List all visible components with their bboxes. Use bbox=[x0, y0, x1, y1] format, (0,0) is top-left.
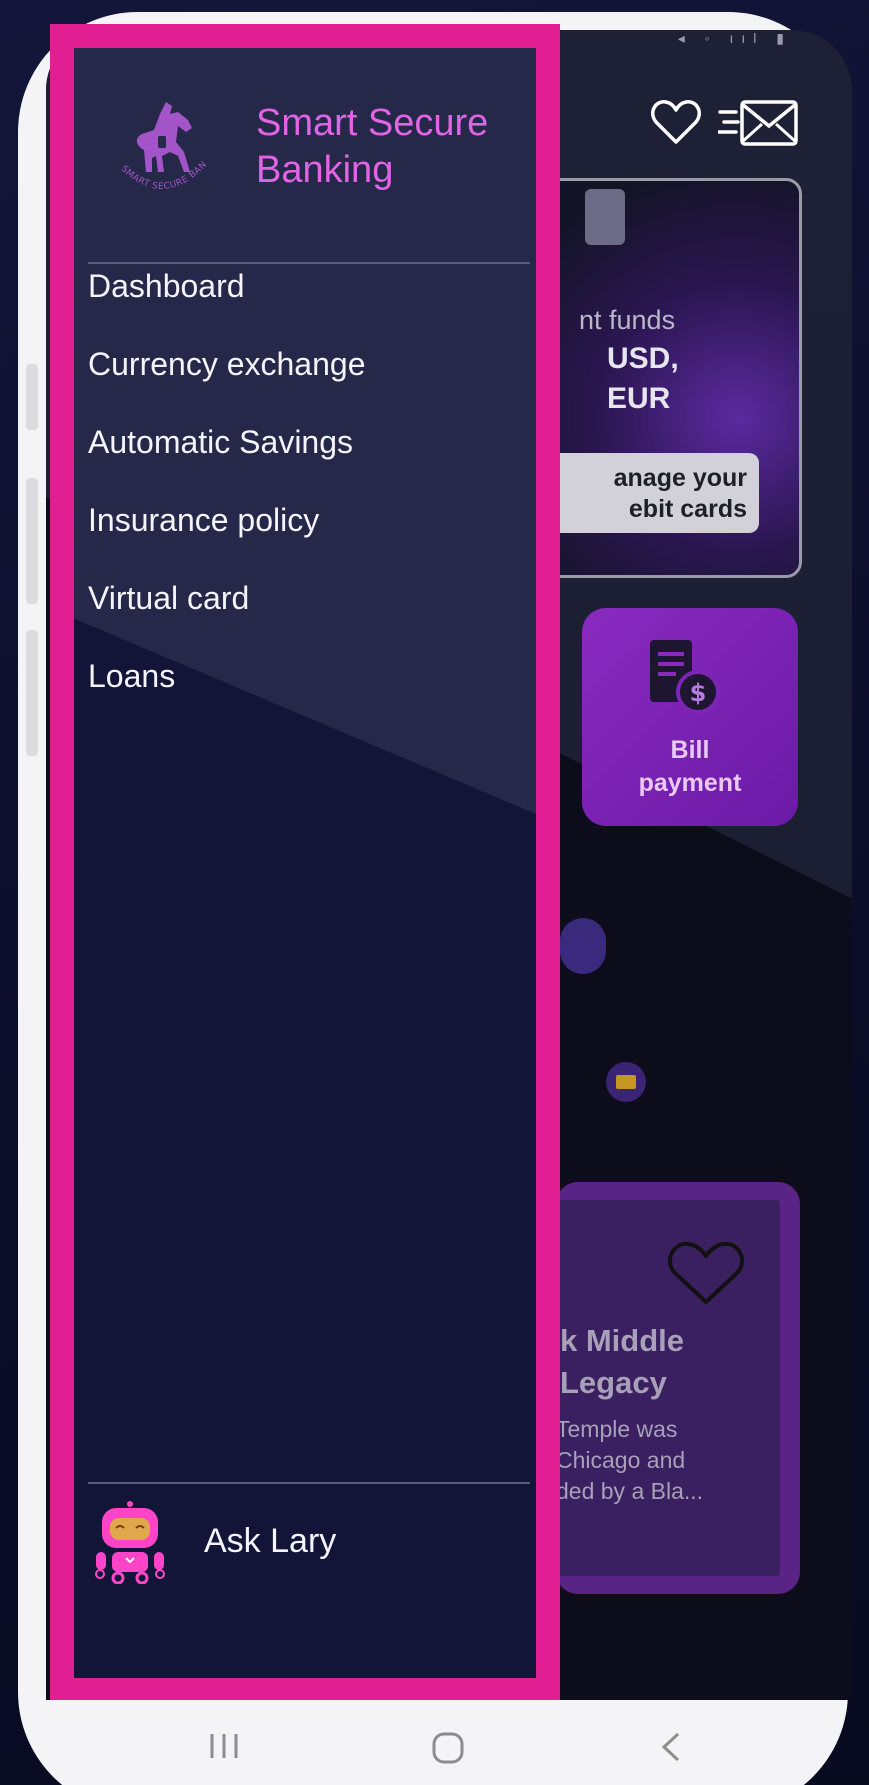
menu-item-dashboard[interactable]: Dashboard bbox=[88, 266, 528, 344]
bill-payment-label: Bill payment bbox=[582, 734, 798, 800]
menu-item-automatic-savings[interactable]: Automatic Savings bbox=[88, 422, 528, 500]
menu-item-virtual-card[interactable]: Virtual card bbox=[88, 578, 528, 656]
article-excerpt: Temple was Chicago and ded by a Bla... bbox=[556, 1414, 703, 1507]
drawer-highlight: SMART SECURE BANKING Smart Secure Bankin… bbox=[50, 24, 560, 1700]
power-button bbox=[26, 630, 38, 756]
menu-item-loans[interactable]: Loans bbox=[88, 656, 528, 734]
tile-label-line: payment bbox=[638, 769, 742, 797]
article-title-line: Legacy bbox=[560, 1365, 667, 1400]
article-excerpt-line: ded by a Bla... bbox=[556, 1478, 704, 1504]
volume-down-button bbox=[26, 478, 38, 604]
menu-item-currency-exchange[interactable]: Currency exchange bbox=[88, 344, 528, 422]
heart-icon[interactable] bbox=[650, 96, 702, 148]
status-bar: ◂ ◦ ııl ▮ bbox=[677, 30, 792, 46]
system-navigation-bar bbox=[46, 1700, 836, 1785]
back-icon[interactable] bbox=[656, 1730, 686, 1764]
bank-icon[interactable] bbox=[560, 918, 606, 974]
manage-debit-cards-button[interactable]: anage your ebit cards bbox=[529, 453, 759, 533]
home-icon[interactable] bbox=[430, 1730, 466, 1764]
button-label-line: ebit cards bbox=[628, 495, 747, 523]
funds-currency-line: EUR bbox=[607, 382, 671, 415]
recent-apps-icon[interactable] bbox=[206, 1730, 242, 1760]
favorite-heart-icon[interactable] bbox=[666, 1240, 746, 1308]
ask-assistant-label: Ask Lary bbox=[204, 1522, 337, 1560]
button-label-line: anage your bbox=[613, 464, 747, 492]
mail-send-icon[interactable] bbox=[718, 98, 800, 150]
robot-icon bbox=[95, 1501, 165, 1584]
drawer-divider bbox=[88, 262, 530, 264]
funds-currencies: USD, EUR bbox=[607, 339, 679, 419]
volume-up-button bbox=[26, 364, 38, 430]
svg-text:$: $ bbox=[690, 679, 707, 707]
funds-currency-line: USD, bbox=[607, 342, 679, 375]
horse-logo-icon: SMART SECURE BANKING bbox=[106, 94, 209, 192]
article-card[interactable]: k Middle Legacy Temple was Chicago and d… bbox=[556, 1182, 800, 1594]
card-tab bbox=[585, 189, 625, 245]
article-title: k Middle Legacy bbox=[560, 1320, 684, 1404]
bill-dollar-icon: $ bbox=[650, 640, 720, 714]
drawer-divider bbox=[88, 1482, 530, 1484]
article-excerpt-line: Chicago and bbox=[556, 1447, 686, 1473]
drawer-menu: Dashboard Currency exchange Automatic Sa… bbox=[88, 266, 528, 734]
article-excerpt-line: Temple was bbox=[556, 1416, 678, 1442]
brand-name: Smart Secure Banking bbox=[256, 102, 489, 191]
ask-assistant-button[interactable]: Ask Lary bbox=[94, 1500, 524, 1590]
funds-label: nt funds bbox=[579, 305, 676, 335]
wallet-icon[interactable] bbox=[606, 1062, 646, 1102]
menu-item-insurance-policy[interactable]: Insurance policy bbox=[88, 500, 528, 578]
bill-payment-tile[interactable]: $ Bill payment bbox=[582, 608, 798, 826]
tile-label-line: Bill bbox=[670, 736, 710, 764]
navigation-drawer: SMART SECURE BANKING Smart Secure Bankin… bbox=[74, 48, 536, 1678]
article-title-line: k Middle bbox=[560, 1323, 685, 1358]
